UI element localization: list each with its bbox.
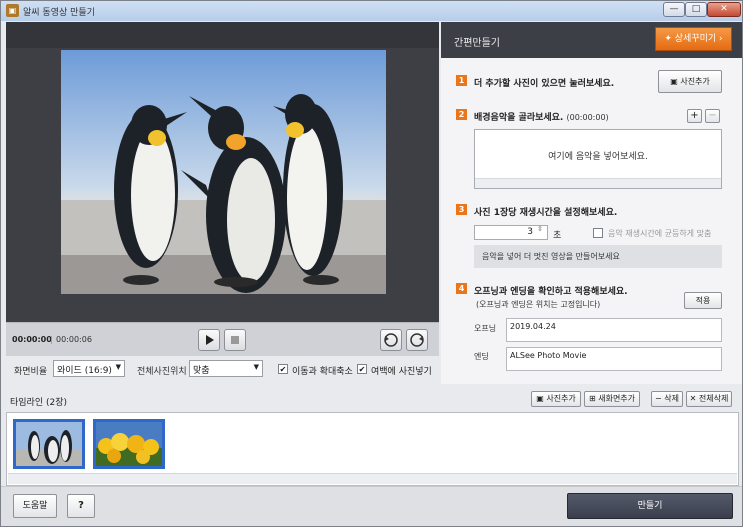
- add-photo-button[interactable]: ▣ 사진추가: [658, 70, 722, 93]
- step-2-title: 배경음악을 골라보세요. (00:00:00): [474, 110, 609, 123]
- add-music-button[interactable]: +: [687, 109, 702, 123]
- preview-area: [6, 22, 439, 322]
- play-button[interactable]: [198, 329, 220, 351]
- remove-music-button[interactable]: −: [705, 109, 720, 123]
- photo-position-dropdown[interactable]: 맞춤 ▼: [189, 360, 263, 377]
- timeline-thumb-penguins[interactable]: [13, 419, 85, 469]
- equal-music-label: 음악 재생시간에 균등하게 맞춤: [608, 229, 712, 238]
- step-4-title: 오프닝과 엔딩을 확인하고 적용해보세요.: [474, 287, 628, 297]
- timeline-title: 타임라인 (2장): [10, 398, 68, 408]
- rotate-left-icon: [384, 333, 398, 347]
- window-title: 알씨 동영상 만들기: [23, 8, 95, 18]
- ratio-dropdown[interactable]: 와이드 (16:9) ▼: [53, 360, 125, 377]
- current-time: 00:00:00: [12, 335, 52, 344]
- step-4-badge: 4: [456, 283, 467, 294]
- minus-icon: −: [655, 394, 662, 403]
- detail-decorate-button[interactable]: ✦ 상세꾸미기 ›: [655, 27, 732, 51]
- panel-header: 간편만들기 ✦ 상세꾸미기 ›: [441, 22, 742, 58]
- step-2-title-text: 배경음악을 골라보세요.: [474, 113, 564, 123]
- photo-position-label: 전체사진위치: [137, 367, 187, 377]
- music-duration: (00:00:00): [566, 113, 609, 122]
- opening-label: 오프닝: [474, 324, 497, 333]
- timeline-thumb-tulips[interactable]: [93, 419, 165, 469]
- music-dropzone[interactable]: 여기에 음악을 넣어보세요.: [474, 129, 722, 189]
- rotate-right-icon: [410, 333, 424, 347]
- music-note: 음악을 넣어 더 멋진 영상을 만들어보세요: [474, 245, 722, 268]
- spin-arrows-icon[interactable]: ⇳: [537, 225, 543, 233]
- timeline-add-photo-button[interactable]: ▣ 사진추가: [531, 391, 581, 407]
- help-button[interactable]: 도움말: [13, 494, 57, 518]
- photo-add-icon: ▣: [536, 394, 544, 403]
- step-1-badge: 1: [456, 75, 467, 86]
- close-button[interactable]: ✕: [707, 2, 741, 17]
- timeline-header: 타임라인 (2장) ▣ 사진추가 ⊞ 새화면추가 − 삭제 ✕ 전체삭제: [6, 387, 739, 412]
- step-1-title: 더 추가할 사진이 있으면 눌러보세요.: [474, 79, 615, 89]
- panel-title: 간편만들기: [454, 38, 500, 49]
- new-scene-label: 새화면추가: [598, 394, 636, 403]
- ratio-value: 와이드 (16:9): [57, 366, 112, 376]
- delete-button[interactable]: − 삭제: [651, 391, 683, 407]
- music-scrollbar[interactable]: [475, 178, 721, 188]
- apply-button[interactable]: 적용: [684, 292, 722, 309]
- photo-add-icon: ▣: [670, 77, 678, 86]
- opening-field[interactable]: 2019.04.24: [506, 318, 722, 342]
- close-icon: ✕: [689, 394, 697, 403]
- chevron-down-icon: ▼: [253, 363, 259, 371]
- easy-make-panel: 간편만들기 ✦ 상세꾸미기 › 1 더 추가할 사진이 있으면 눌러보세요. ▣…: [441, 22, 742, 384]
- player-controls: 00:00:00 | 00:00:06: [6, 322, 439, 356]
- delete-all-button[interactable]: ✕ 전체삭제: [686, 391, 732, 407]
- ratio-label: 화면비율: [14, 367, 48, 377]
- step-2-badge: 2: [456, 109, 467, 120]
- minimize-button[interactable]: —: [663, 2, 685, 17]
- make-button[interactable]: 만들기: [567, 493, 733, 519]
- preview-photo: [61, 50, 386, 294]
- step-3-badge: 3: [456, 204, 467, 215]
- app-logo-icon: ▣: [6, 4, 19, 17]
- maximize-button[interactable]: □: [685, 2, 707, 17]
- option-row: 화면비율 와이드 (16:9) ▼ 전체사진위치 맞춤 ▼ ✔ 이동과 확대축소…: [6, 358, 439, 382]
- rotate-right-button[interactable]: [406, 329, 428, 351]
- music-dropzone-hint: 여기에 음악을 넣어보세요.: [548, 152, 648, 162]
- footer-bar: 도움말 ? 만들기: [1, 486, 742, 526]
- stop-icon: [231, 336, 239, 344]
- title-bar: ▣ 알씨 동영상 만들기 — □ ✕: [1, 1, 742, 21]
- photo-position-value: 맞춤: [193, 366, 210, 376]
- chevron-down-icon: ▼: [115, 363, 121, 371]
- new-scene-icon: ⊞: [588, 394, 596, 403]
- margin-photo-checkbox[interactable]: ✔: [357, 364, 367, 374]
- timeline-add-photo-label: 사진추가: [546, 394, 576, 403]
- delete-all-label: 전체삭제: [698, 394, 729, 403]
- ending-label: 엔딩: [474, 352, 489, 361]
- preview-top-strip: [6, 22, 439, 48]
- play-icon: [206, 335, 214, 345]
- new-scene-button[interactable]: ⊞ 새화면추가: [584, 391, 640, 407]
- chevron-right-icon: ›: [719, 34, 723, 44]
- detail-decorate-label: 상세꾸미기: [674, 34, 717, 44]
- ending-field[interactable]: ALSee Photo Movie: [506, 347, 722, 371]
- app-window: ▣ 알씨 동영상 만들기 — □ ✕ 00:00:00 | 00:00:06 화…: [0, 0, 743, 527]
- delete-label: 삭제: [664, 394, 679, 403]
- rotate-left-button[interactable]: [380, 329, 402, 351]
- add-photo-label: 사진추가: [680, 77, 710, 86]
- margin-photo-label: 여백에 사진넣기: [371, 367, 432, 377]
- step-3-title: 사진 1장당 재생시간을 설정해보세요.: [474, 208, 618, 218]
- timeline-area: [6, 412, 739, 486]
- total-time: 00:00:06: [56, 335, 92, 344]
- zoom-checkbox[interactable]: ✔: [278, 364, 288, 374]
- timeline-scrollbar[interactable]: [8, 473, 737, 484]
- zoom-label: 이동과 확대축소: [292, 367, 353, 377]
- seconds-unit: 초: [553, 231, 562, 241]
- magic-wand-icon: ✦: [664, 34, 672, 44]
- equal-music-checkbox[interactable]: [593, 228, 603, 238]
- question-button[interactable]: ?: [67, 494, 95, 518]
- time-separator: |: [50, 335, 53, 344]
- stop-button[interactable]: [224, 329, 246, 351]
- step-4-subtitle: (오프닝과 엔딩은 위치는 고정입니다): [476, 300, 601, 309]
